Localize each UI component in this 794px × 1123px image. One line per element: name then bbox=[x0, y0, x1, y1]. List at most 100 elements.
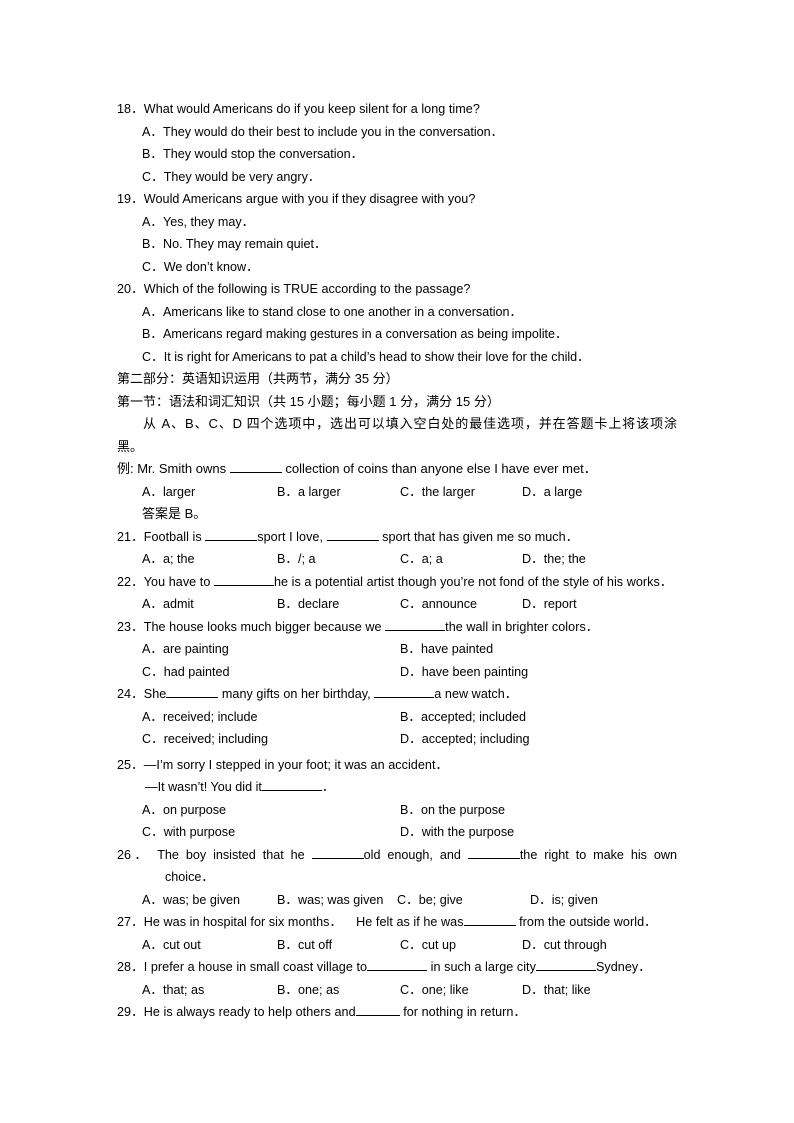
answer-blank bbox=[229, 460, 282, 473]
option-item: C．It is right for Americans to pat a chi… bbox=[117, 346, 677, 369]
option-item: A．a; the bbox=[142, 548, 195, 571]
question-number: 20． bbox=[117, 282, 144, 296]
question-number: 28． bbox=[117, 960, 144, 974]
options-row: A．admit B．declare C．announce D．report bbox=[117, 593, 677, 616]
question-text: Football is sport I love, sport that has… bbox=[144, 526, 677, 549]
question-number: 25． bbox=[117, 757, 144, 772]
option-label: A． bbox=[142, 484, 163, 499]
option-label: B． bbox=[400, 802, 421, 817]
option-item: B．They would stop the conversation． bbox=[117, 143, 677, 166]
option-text: one; as bbox=[298, 982, 340, 997]
question-text: He was in hospital for six months． He fel… bbox=[144, 911, 677, 934]
question-text: What would Americans do if you keep sile… bbox=[143, 102, 480, 116]
option-item: C．received; including bbox=[142, 728, 268, 751]
stem-segment: I prefer a house in small coast village … bbox=[143, 960, 368, 974]
option-text: accepted; included bbox=[421, 709, 527, 724]
option-text: are painting bbox=[163, 642, 229, 656]
option-item: A．larger bbox=[142, 481, 195, 504]
question-stem-wrapped: choice． bbox=[165, 870, 214, 884]
option-label: A． bbox=[142, 304, 163, 319]
question-stem: 18． What would Americans do if you keep … bbox=[117, 98, 677, 121]
option-item: D．accepted; including bbox=[400, 728, 530, 751]
option-label: D． bbox=[522, 597, 544, 611]
stem-segment: the wall in brighter colors． bbox=[445, 619, 599, 634]
question-stem: 23． The house looks much bigger because … bbox=[117, 616, 677, 639]
option-text: They would stop the conversation． bbox=[163, 147, 364, 161]
option-label: A． bbox=[142, 892, 163, 907]
instruction-paragraph-continued: 黑。 bbox=[117, 438, 144, 454]
stem-segment: —It wasn’t! You did it bbox=[145, 780, 262, 794]
option-item: C．They would be very angry． bbox=[117, 166, 677, 189]
option-item: B．/; a bbox=[277, 548, 316, 571]
question-number: 29． bbox=[117, 1005, 144, 1019]
option-label: D． bbox=[522, 937, 544, 952]
options-row: A．cut out B．cut off C．cut up D．cut throu… bbox=[117, 934, 677, 957]
question-stem: 26． The boy insisted that he old enough,… bbox=[117, 844, 677, 867]
option-item: C．one; like bbox=[400, 979, 469, 1002]
stem-segment: Football is bbox=[143, 529, 202, 544]
option-label: A． bbox=[142, 642, 163, 656]
option-text: the larger bbox=[421, 484, 475, 499]
example-options-row: A．larger B．a larger C．the larger D．a lar… bbox=[117, 481, 677, 504]
answer-blank bbox=[374, 685, 435, 698]
option-item: A．that; as bbox=[142, 979, 204, 1002]
option-item: D．the; the bbox=[522, 548, 586, 571]
answer-blank bbox=[213, 573, 274, 586]
question-number: 21． bbox=[117, 529, 144, 544]
option-text: a; the bbox=[163, 552, 195, 566]
option-label: D． bbox=[530, 892, 552, 907]
answer-blank bbox=[311, 846, 364, 859]
option-label: B． bbox=[277, 892, 298, 907]
option-text: with purpose bbox=[163, 825, 236, 839]
document-page: 18． What would Americans do if you keep … bbox=[0, 0, 794, 1123]
part-two-heading: 第二部分：英语知识运用（共两节，满分 35 分） bbox=[117, 371, 399, 386]
option-label: B． bbox=[277, 552, 298, 566]
example-stem: 例: Mr. Smith owns collection of coins th… bbox=[117, 458, 677, 481]
answer-blank bbox=[166, 685, 219, 698]
question-number: 18． bbox=[117, 102, 144, 116]
stem-segment: old enough, and bbox=[363, 847, 461, 862]
option-text: We don’t know． bbox=[163, 259, 259, 274]
option-label: C． bbox=[397, 892, 419, 907]
option-item: B．No. They may remain quiet． bbox=[117, 233, 677, 256]
options-row: A．on purpose B．on the purpose bbox=[117, 799, 677, 822]
option-label: C． bbox=[400, 484, 422, 499]
instruction-paragraph: 从 A、B、C、D 四个选项中，选出可以填入空白处的最佳选项，并在答题卡上将该项… bbox=[143, 416, 677, 431]
option-label: D． bbox=[522, 484, 544, 499]
option-text: It is right for Americans to pat a child… bbox=[163, 349, 590, 364]
option-text: cut up bbox=[421, 937, 457, 952]
option-item: C．had painted bbox=[142, 661, 230, 684]
stem-segment: The house looks much bigger because we bbox=[143, 619, 382, 634]
question-text: He is always ready to help others and fo… bbox=[144, 1001, 677, 1024]
option-label: A． bbox=[142, 937, 163, 952]
option-label: D． bbox=[400, 825, 422, 839]
option-label: D． bbox=[400, 732, 422, 746]
option-text: Yes, they may． bbox=[163, 214, 255, 229]
stem-segment: The boy insisted that he bbox=[157, 847, 305, 862]
section-one-heading: 第一节：语法和词汇知识（共 15 小题；每小题 1 分，满分 15 分） bbox=[117, 393, 500, 409]
question-stem: 19． Would Americans argue with you if th… bbox=[117, 188, 677, 211]
option-text: Americans like to stand close to one ano… bbox=[163, 304, 523, 319]
question-stem: 21． Football is sport I love, sport that… bbox=[117, 526, 677, 549]
options-row: A．are painting B．have painted bbox=[117, 638, 677, 661]
option-text: larger bbox=[163, 484, 196, 499]
option-label: B． bbox=[277, 982, 298, 997]
example-prefix: 例: Mr. Smith owns bbox=[117, 461, 227, 476]
options-row: A．a; the B．/; a C．a; a D．the; the bbox=[117, 548, 677, 571]
stem-segment: sport I love, bbox=[257, 529, 324, 544]
option-label: C． bbox=[142, 169, 164, 184]
option-label: C． bbox=[142, 825, 164, 839]
option-label: A． bbox=[142, 124, 163, 139]
option-label: B． bbox=[277, 937, 298, 952]
option-label: A． bbox=[142, 802, 163, 817]
example-answer: 答案是 B。 bbox=[142, 506, 207, 521]
stem-segment: the right to make his own bbox=[519, 847, 678, 862]
option-item: B．was; was given bbox=[277, 889, 383, 912]
option-text: cut off bbox=[298, 937, 333, 952]
answer-blank bbox=[463, 913, 516, 926]
option-label: A． bbox=[142, 982, 163, 997]
options-row: A．that; as B．one; as C．one; like D．that;… bbox=[117, 979, 677, 1002]
stem-segment: Sydney． bbox=[595, 960, 651, 974]
stem-segment: She bbox=[143, 687, 167, 701]
option-text: that; like bbox=[543, 982, 591, 997]
